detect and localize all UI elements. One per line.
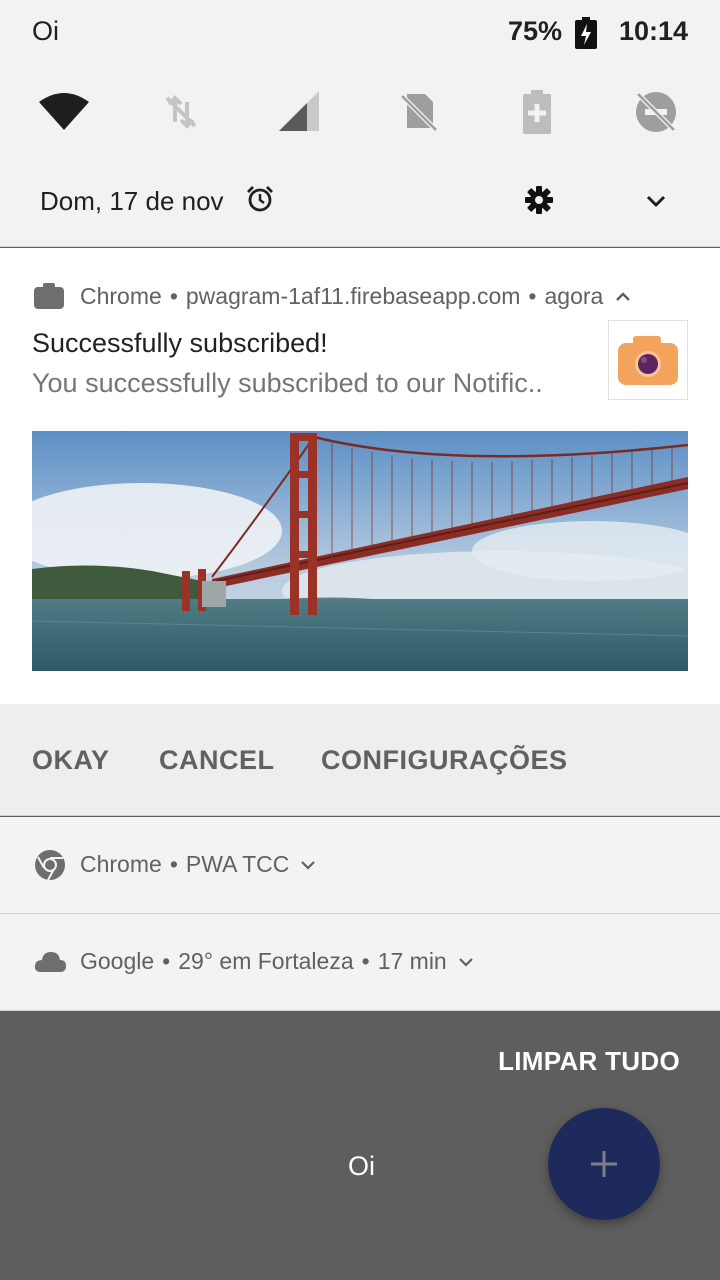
carrier-name: Oi bbox=[32, 16, 59, 46]
notification-chrome-expanded[interactable]: Chrome • pwagram-1af11.firebaseapp.com •… bbox=[0, 248, 720, 704]
background-app-text: Oi bbox=[348, 1151, 375, 1181]
quick-settings-panel: Oi 75% 10:14 Dom, 17 de nov bbox=[0, 0, 720, 247]
chrome-icon bbox=[35, 850, 65, 881]
gear-icon[interactable] bbox=[523, 184, 555, 216]
notification-actions: OKAY CANCEL CONFIGURAÇÕES bbox=[0, 704, 720, 816]
clear-all-button[interactable]: LIMPAR TUDO bbox=[498, 1046, 680, 1077]
do-not-disturb-off-icon bbox=[636, 92, 676, 132]
camera-icon bbox=[618, 336, 678, 385]
chevron-down-icon[interactable] bbox=[640, 188, 672, 216]
date-label[interactable]: Dom, 17 de nov bbox=[40, 186, 224, 217]
notification-title: Successfully subscribed! bbox=[32, 328, 328, 358]
notification-header: Chrome • pwagram-1af11.firebaseapp.com •… bbox=[32, 280, 633, 312]
quick-settings-tiles bbox=[0, 80, 720, 144]
notification-source: pwagram-1af11.firebaseapp.com bbox=[185, 282, 521, 309]
notification-summary: Google • 29° em Fortaleza • 17 min bbox=[80, 948, 475, 975]
notification-app-name: Google bbox=[80, 948, 155, 974]
cloud-icon bbox=[34, 952, 66, 972]
battery-percentage: 75% bbox=[507, 16, 562, 46]
notification-text: PWA TCC bbox=[185, 851, 290, 877]
wifi-icon bbox=[39, 93, 89, 130]
chrome-app-icon bbox=[34, 283, 64, 309]
golden-gate-bridge-photo bbox=[32, 431, 688, 671]
notification-summary: Chrome • PWA TCC bbox=[80, 851, 317, 878]
alarm-clock-icon[interactable] bbox=[246, 185, 274, 213]
cellular-signal-icon bbox=[279, 91, 319, 131]
add-fab-button[interactable] bbox=[548, 1108, 660, 1220]
qs-tile-mobile-data[interactable] bbox=[149, 80, 213, 144]
qs-tile-battery-saver[interactable] bbox=[505, 80, 569, 144]
chevron-up-icon[interactable] bbox=[613, 289, 633, 303]
notification-time: 17 min bbox=[377, 948, 447, 974]
battery-saver-icon bbox=[523, 90, 551, 134]
qs-tile-wifi[interactable] bbox=[32, 80, 96, 144]
qs-tile-do-not-disturb[interactable] bbox=[624, 80, 688, 144]
notification-large-icon bbox=[608, 320, 688, 400]
notification-body: You successfully subscribed to our Notif… bbox=[32, 368, 543, 398]
notification-image bbox=[32, 431, 688, 671]
notification-chrome-collapsed[interactable]: Chrome • PWA TCC bbox=[0, 817, 720, 914]
date-row: Dom, 17 de nov bbox=[0, 170, 720, 232]
okay-button[interactable]: OKAY bbox=[32, 745, 110, 776]
data-off-icon bbox=[165, 95, 197, 129]
battery-charging-icon bbox=[575, 17, 597, 49]
clock: 10:14 bbox=[618, 16, 688, 46]
settings-button[interactable]: CONFIGURAÇÕES bbox=[321, 745, 568, 776]
plus-icon bbox=[591, 1151, 617, 1177]
notification-time: agora bbox=[544, 282, 604, 309]
no-sim-icon bbox=[400, 94, 438, 132]
notification-app-name: Chrome bbox=[80, 851, 162, 877]
notification-app-name: Chrome bbox=[80, 282, 162, 309]
chevron-down-icon[interactable] bbox=[457, 956, 475, 968]
notification-google-weather[interactable]: Google • 29° em Fortaleza • 17 min bbox=[0, 914, 720, 1011]
chevron-down-icon[interactable] bbox=[299, 859, 317, 871]
notification-text: 29° em Fortaleza bbox=[178, 948, 354, 974]
cancel-button[interactable]: CANCEL bbox=[159, 745, 275, 776]
qs-tile-sim[interactable] bbox=[387, 80, 451, 144]
qs-tile-cellular[interactable] bbox=[268, 80, 332, 144]
status-bar: Oi 75% 10:14 bbox=[0, 0, 720, 66]
